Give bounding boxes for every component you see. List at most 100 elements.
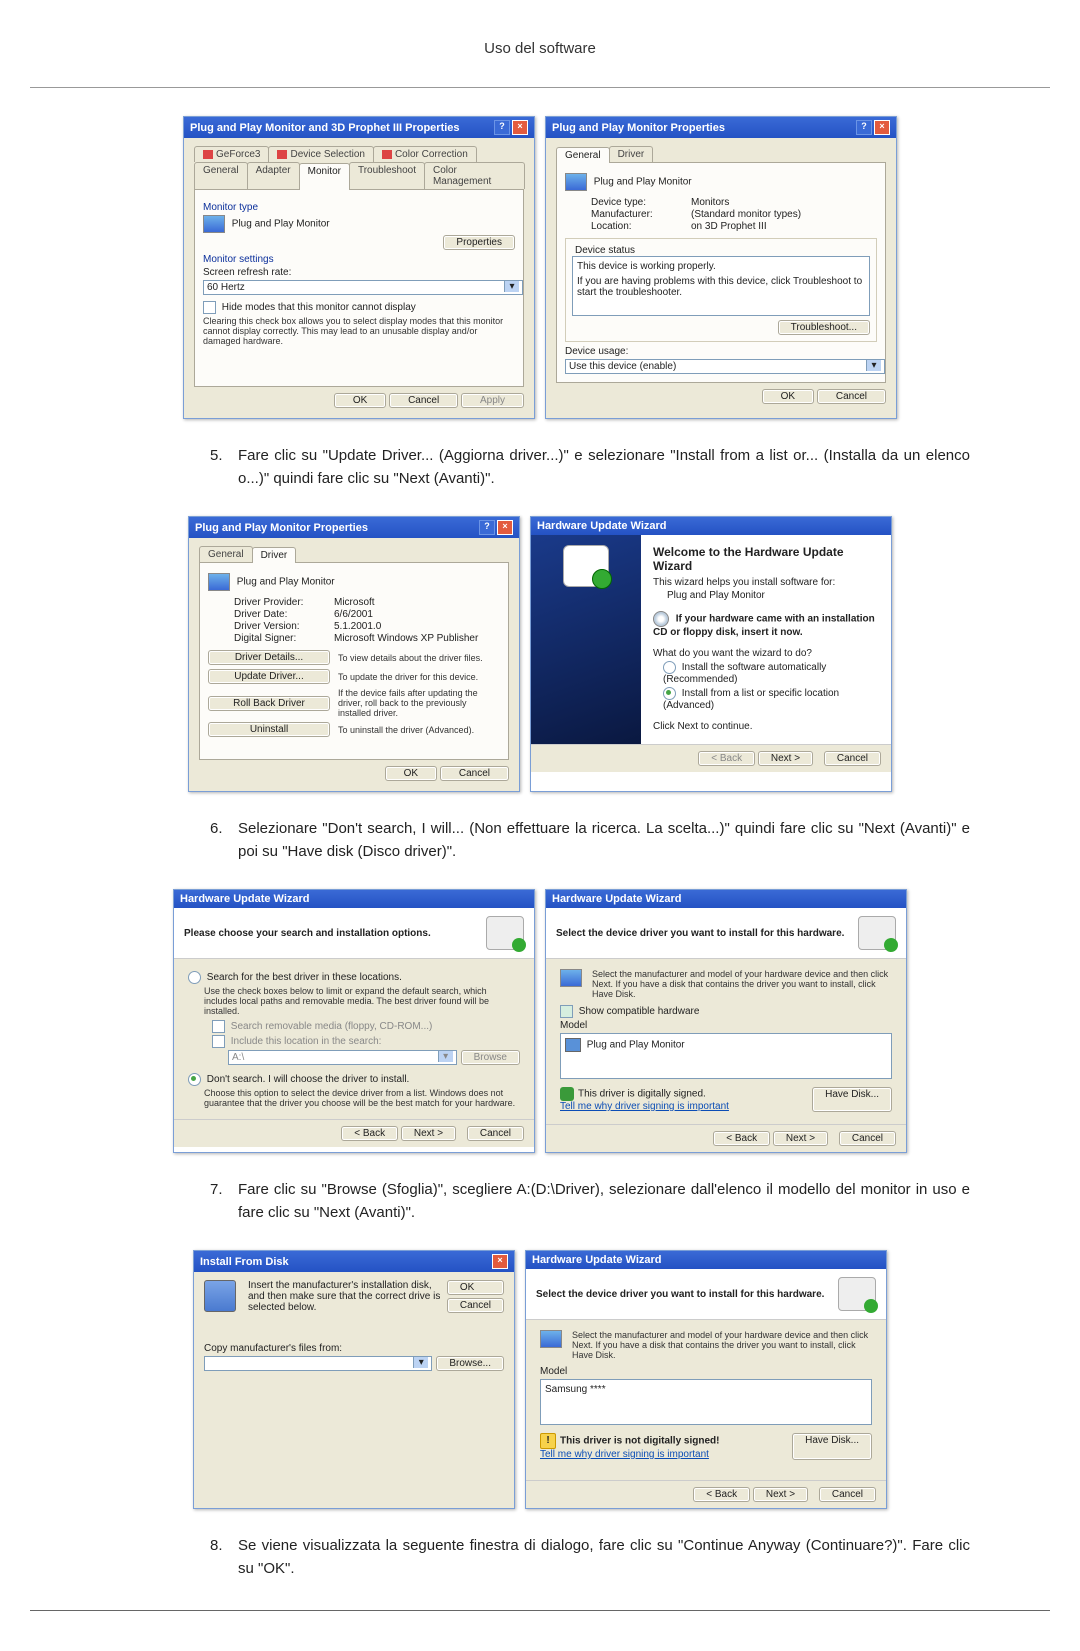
ok-button[interactable]: OK — [334, 393, 386, 408]
title-text: Hardware Update Wizard — [552, 893, 682, 905]
back-button[interactable]: < Back — [341, 1126, 398, 1141]
back-button[interactable]: < Back — [713, 1131, 770, 1146]
model-list[interactable]: Plug and Play Monitor — [560, 1033, 892, 1079]
cancel-button[interactable]: Cancel — [467, 1126, 524, 1141]
radio-search-label: Search for the best driver in these loca… — [207, 972, 402, 983]
hide-modes-checkbox[interactable] — [203, 301, 216, 314]
model-list[interactable]: Samsung **** — [540, 1379, 872, 1425]
warning-icon: ! — [540, 1433, 556, 1449]
wizard-side-panel — [531, 535, 641, 744]
chk-removable — [212, 1020, 225, 1033]
tab-driver[interactable]: Driver — [252, 547, 297, 563]
driver-details-button[interactable]: Driver Details... — [208, 650, 330, 665]
help-icon[interactable]: ? — [494, 120, 510, 135]
cancel-button[interactable]: Cancel — [389, 393, 458, 408]
step-text: Selezionare "Don't search, I will... (No… — [238, 818, 970, 863]
tab-color-correction[interactable]: Color Correction — [373, 146, 477, 162]
radio-search[interactable] — [188, 971, 201, 984]
model-label: Model — [540, 1366, 872, 1377]
tab-geforce3[interactable]: GeForce3 — [194, 146, 269, 162]
tab-driver[interactable]: Driver — [609, 146, 654, 162]
dlg-wizard-select-driver-samsung: Hardware Update Wizard Select the device… — [525, 1250, 887, 1509]
tab-general[interactable]: General — [199, 546, 253, 562]
device-usage-select[interactable]: Use this device (enable) — [565, 359, 885, 374]
driver-details-hint: To view details about the driver files. — [338, 653, 500, 663]
location-select: A:\ — [228, 1050, 457, 1065]
tab-general[interactable]: General — [194, 162, 248, 189]
show-compatible-checkbox[interactable] — [560, 1005, 573, 1018]
have-disk-button[interactable]: Have Disk... — [792, 1433, 872, 1460]
next-button[interactable]: Next > — [401, 1126, 456, 1141]
properties-button[interactable]: Properties — [443, 235, 515, 250]
step-text: Se viene visualizzata la seguente finest… — [238, 1535, 970, 1580]
help-icon[interactable]: ? — [856, 120, 872, 135]
kv-signer-v: Microsoft Windows XP Publisher — [334, 633, 500, 644]
ok-button[interactable]: OK — [385, 766, 437, 781]
close-icon[interactable]: × — [497, 520, 513, 535]
device-usage-label: Device usage: — [565, 346, 877, 357]
refresh-rate-select[interactable]: 60 Hertz — [203, 280, 523, 295]
step-7: 7. Fare clic su "Browse (Sfoglia)", sceg… — [210, 1179, 970, 1224]
close-icon[interactable]: × — [874, 120, 890, 135]
next-button[interactable]: Next > — [753, 1487, 808, 1502]
copy-from-label: Copy manufacturer's files from: — [204, 1343, 504, 1354]
wizard-intro: This wizard helps you install software f… — [653, 577, 879, 588]
copy-from-select[interactable] — [204, 1356, 432, 1371]
signed-text: This driver is digitally signed. — [578, 1089, 706, 1100]
ok-button[interactable]: OK — [762, 389, 814, 404]
cancel-button[interactable]: Cancel — [839, 1131, 896, 1146]
cancel-button[interactable]: Cancel — [817, 389, 886, 404]
kv-version-v: 5.1.2001.0 — [334, 621, 500, 632]
tab-adapter[interactable]: Adapter — [247, 162, 300, 189]
select-driver-hint: Select the manufacturer and model of you… — [592, 969, 892, 999]
kv-date-k: Driver Date: — [234, 609, 334, 620]
cancel-button[interactable]: Cancel — [440, 766, 509, 781]
cancel-button[interactable]: Cancel — [819, 1487, 876, 1502]
titlebar: Hardware Update Wizard — [531, 517, 891, 535]
have-disk-button[interactable]: Have Disk... — [812, 1087, 892, 1112]
browse-button[interactable]: Browse... — [436, 1356, 504, 1371]
chk-removable-label: Search removable media (floppy, CD-ROM..… — [231, 1021, 433, 1032]
dlg-hardware-update-wizard-welcome: Hardware Update Wizard Welcome to the Ha… — [530, 516, 892, 792]
wizard-head-text: Select the device driver you want to ins… — [536, 1289, 824, 1300]
monitor-icon — [540, 1330, 562, 1348]
tab-monitor[interactable]: Monitor — [299, 163, 350, 190]
cd-icon — [653, 611, 669, 627]
tab-troubleshoot[interactable]: Troubleshoot — [349, 162, 425, 189]
step-number: 5. — [210, 445, 238, 490]
close-icon[interactable]: × — [512, 120, 528, 135]
troubleshoot-button[interactable]: Troubleshoot... — [778, 320, 870, 335]
floppy-icon — [204, 1280, 236, 1312]
why-signing-link[interactable]: Tell me why driver signing is important — [560, 1101, 729, 1112]
chk-include-location-label: Include this location in the search: — [231, 1036, 382, 1047]
uninstall-button[interactable]: Uninstall — [208, 722, 330, 737]
ok-button[interactable]: OK — [447, 1280, 504, 1295]
step-text: Fare clic su "Update Driver... (Aggiorna… — [238, 445, 970, 490]
close-icon[interactable]: × — [492, 1254, 508, 1269]
help-icon[interactable]: ? — [479, 520, 495, 535]
next-button[interactable]: Next > — [773, 1131, 828, 1146]
titlebar: Hardware Update Wizard — [546, 890, 906, 908]
radio-dont-search[interactable] — [188, 1073, 201, 1086]
why-signing-link[interactable]: Tell me why driver signing is important — [540, 1449, 709, 1460]
tab-color-mgmt[interactable]: Color Management — [424, 162, 525, 189]
cancel-button[interactable]: Cancel — [824, 751, 881, 766]
screenshot-row-4: Install From Disk × Insert the manufactu… — [30, 1250, 1050, 1509]
update-driver-button[interactable]: Update Driver... — [208, 669, 330, 684]
device-status-label: Device status — [572, 245, 638, 256]
next-button[interactable]: Next > — [758, 751, 813, 766]
kv-mfr-v: (Standard monitor types) — [691, 209, 877, 220]
step-number: 8. — [210, 1535, 238, 1580]
apply-button[interactable]: Apply — [461, 393, 524, 408]
show-compatible-label: Show compatible hardware — [579, 1006, 700, 1017]
back-button[interactable]: < Back — [693, 1487, 750, 1502]
cancel-button[interactable]: Cancel — [447, 1298, 504, 1313]
radio-from-list[interactable] — [663, 687, 676, 700]
rollback-driver-button[interactable]: Roll Back Driver — [208, 696, 330, 711]
radio-auto[interactable] — [663, 661, 676, 674]
tab-general[interactable]: General — [556, 147, 610, 163]
tab-device-selection[interactable]: Device Selection — [268, 146, 373, 162]
kv-mfr-k: Manufacturer: — [591, 209, 691, 220]
model-label: Model — [560, 1020, 892, 1031]
back-button[interactable]: < Back — [698, 751, 755, 766]
